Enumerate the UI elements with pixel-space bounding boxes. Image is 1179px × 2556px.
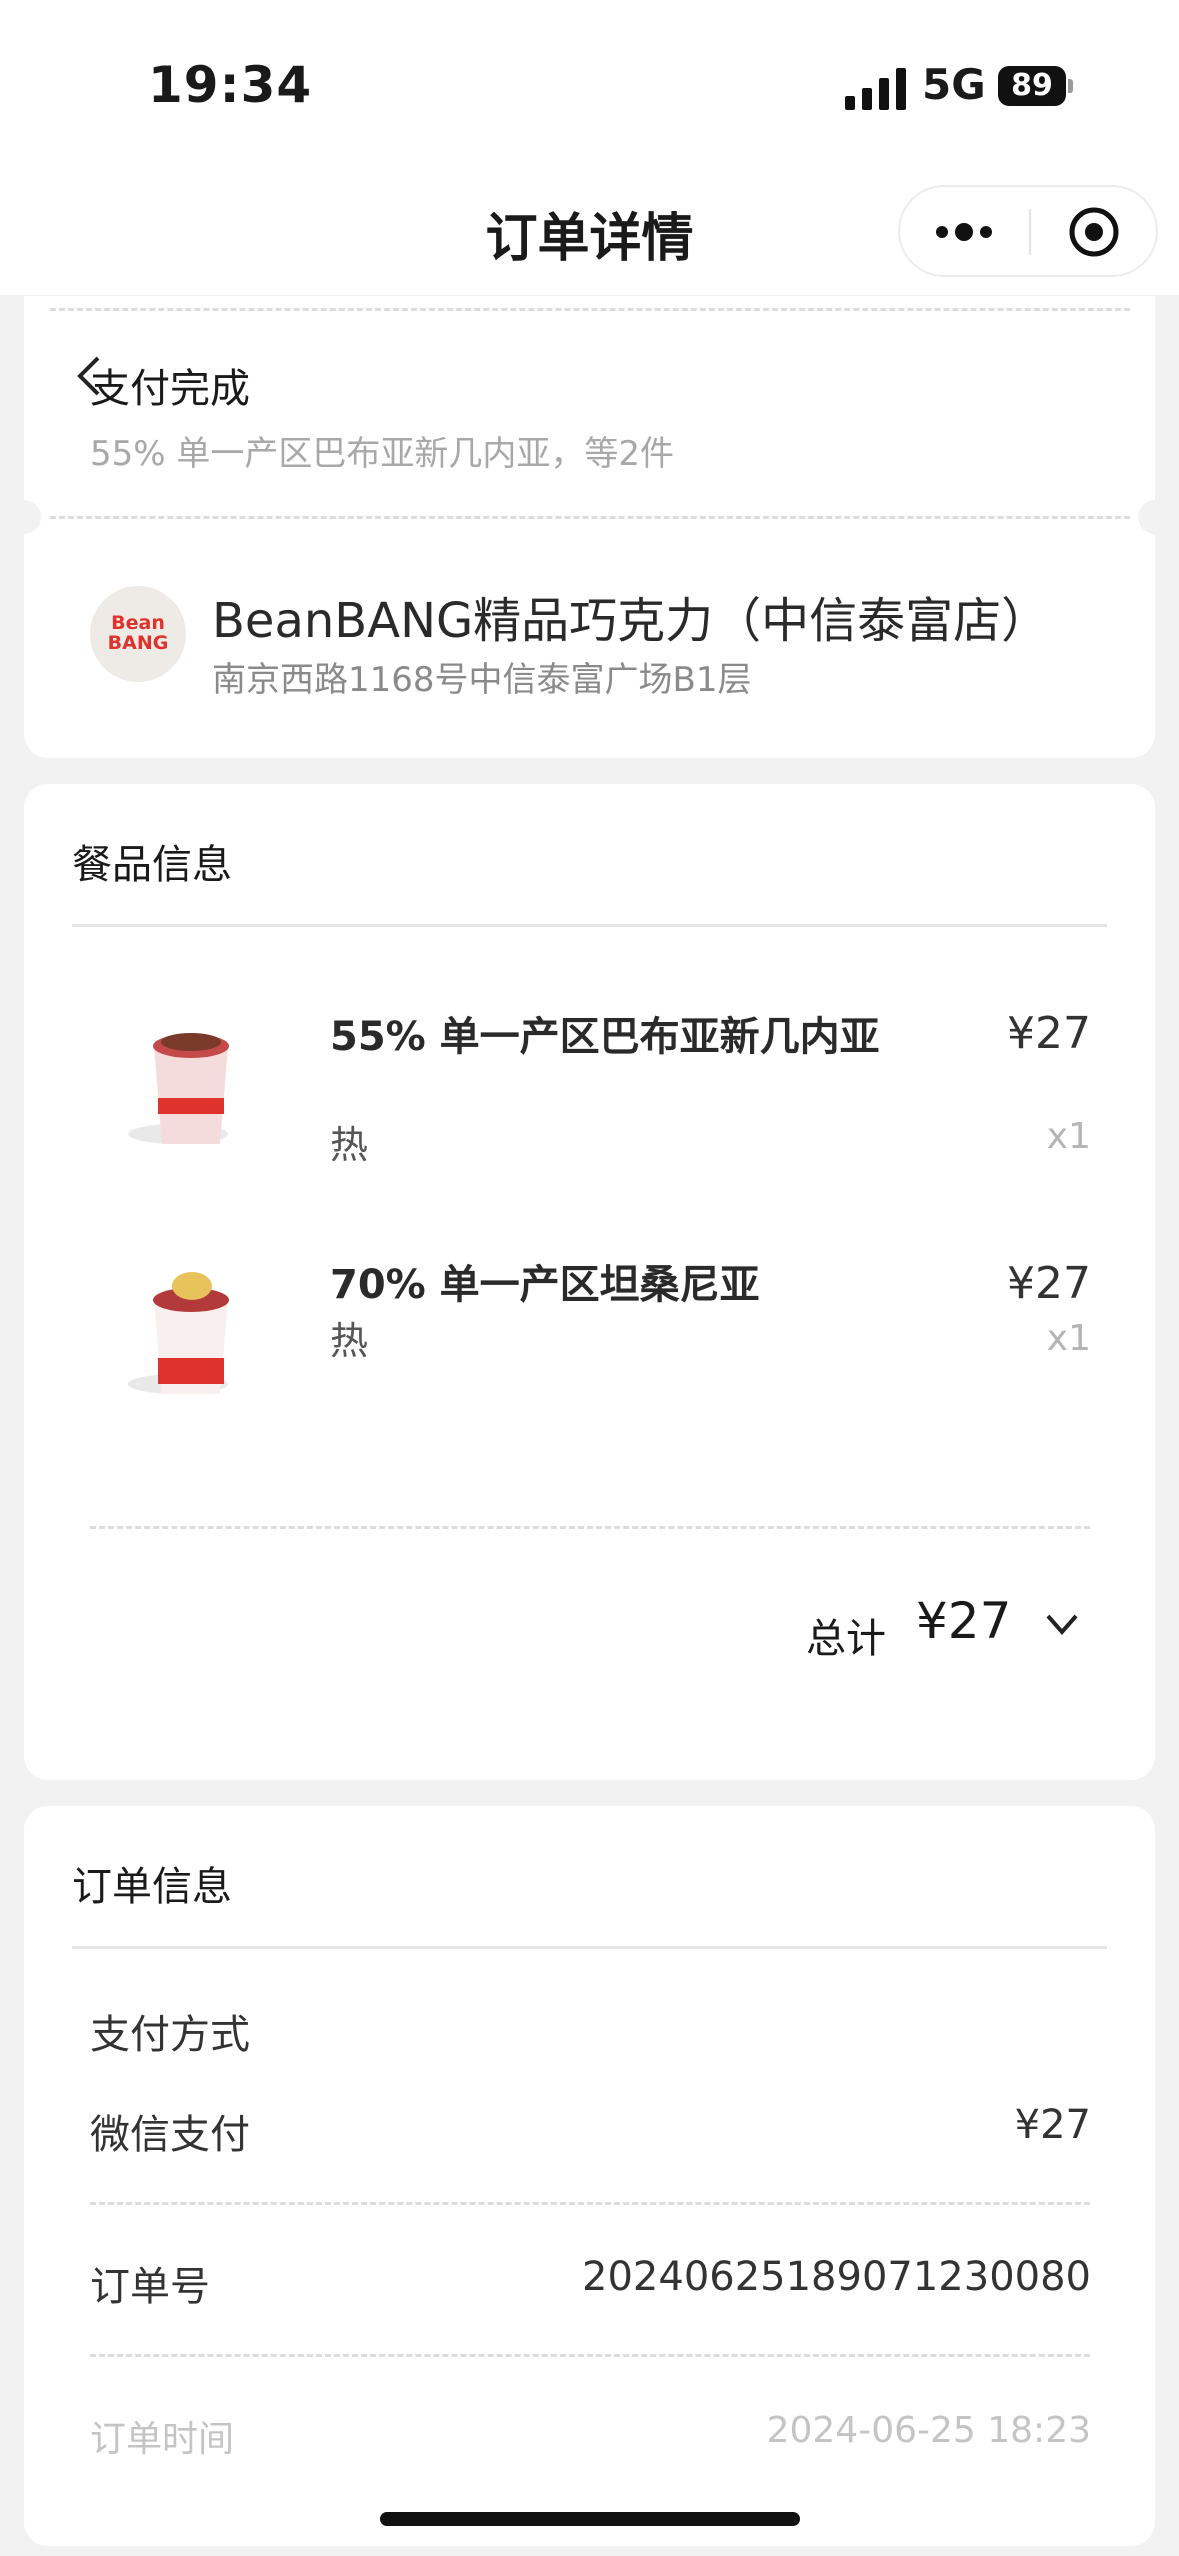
items-card: 餐品信息 55% 单一产区巴布亚新几内亚 热 ¥27 x1 70% 单一产区坦桑…: [24, 784, 1155, 1780]
store-address: 南京西路1168号中信泰富广场B1层: [212, 660, 752, 700]
item-price: ¥27: [1007, 1258, 1091, 1309]
mini-program-capsule: [898, 185, 1158, 277]
total-label: 总计: [806, 1616, 886, 1662]
home-indicator[interactable]: [380, 2512, 800, 2526]
item-option: 热: [330, 1123, 369, 1167]
order-info-card: 订单信息 支付方式 微信支付 ¥27 订单号 20240625189071230…: [24, 1806, 1155, 2546]
order-time: 2024-06-25 18:23: [766, 2410, 1091, 2451]
total-value: ¥27: [916, 1592, 1012, 1650]
cellular-signal-icon: [845, 68, 906, 110]
more-dots-icon[interactable]: [934, 217, 994, 247]
item-name: 55% 单一产区巴布亚新几内亚: [330, 1014, 880, 1060]
order-summary: 55% 单一产区巴布亚新几内亚，等2件: [90, 434, 675, 474]
order-number-label: 订单号: [90, 2264, 210, 2310]
order-number[interactable]: 20240625189071230080: [582, 2254, 1091, 2300]
item-quantity: x1: [1046, 1116, 1091, 1157]
store-logo: Bean BANG: [90, 586, 186, 682]
status-bar: 19:34 5G 89: [0, 0, 1179, 170]
close-miniprogram-icon[interactable]: [1067, 205, 1121, 259]
nav-bar: 订单详情: [0, 170, 1179, 295]
chevron-down-icon[interactable]: [1042, 1604, 1082, 1644]
battery-level: 89: [998, 66, 1066, 106]
item-quantity: x1: [1046, 1318, 1091, 1359]
payment-status: 支付完成: [90, 366, 250, 412]
order-status-card: 支付完成 55% 单一产区巴布亚新几内亚，等2件 Bean BANG BeanB…: [7, 296, 1172, 758]
item-price: ¥27: [1007, 1008, 1091, 1059]
order-time-label: 订单时间: [90, 2419, 235, 2460]
product-image: [128, 1272, 229, 1394]
item-name: 70% 单一产区坦桑尼亚: [330, 1262, 760, 1308]
payment-amount: ¥27: [1014, 2102, 1091, 2148]
battery-icon: 89: [998, 66, 1074, 106]
store-name[interactable]: BeanBANG精品巧克力（中信泰富店）: [212, 581, 1049, 651]
item-option: 热: [330, 1319, 369, 1363]
product-image: [128, 1033, 229, 1144]
payment-method-label: 支付方式: [90, 2012, 250, 2058]
order-section-title: 订单信息: [72, 1864, 232, 1910]
items-section-title: 餐品信息: [72, 842, 232, 888]
network-type: 5G: [922, 60, 986, 109]
payment-method: 微信支付: [90, 2112, 250, 2158]
status-time: 19:34: [148, 56, 313, 114]
